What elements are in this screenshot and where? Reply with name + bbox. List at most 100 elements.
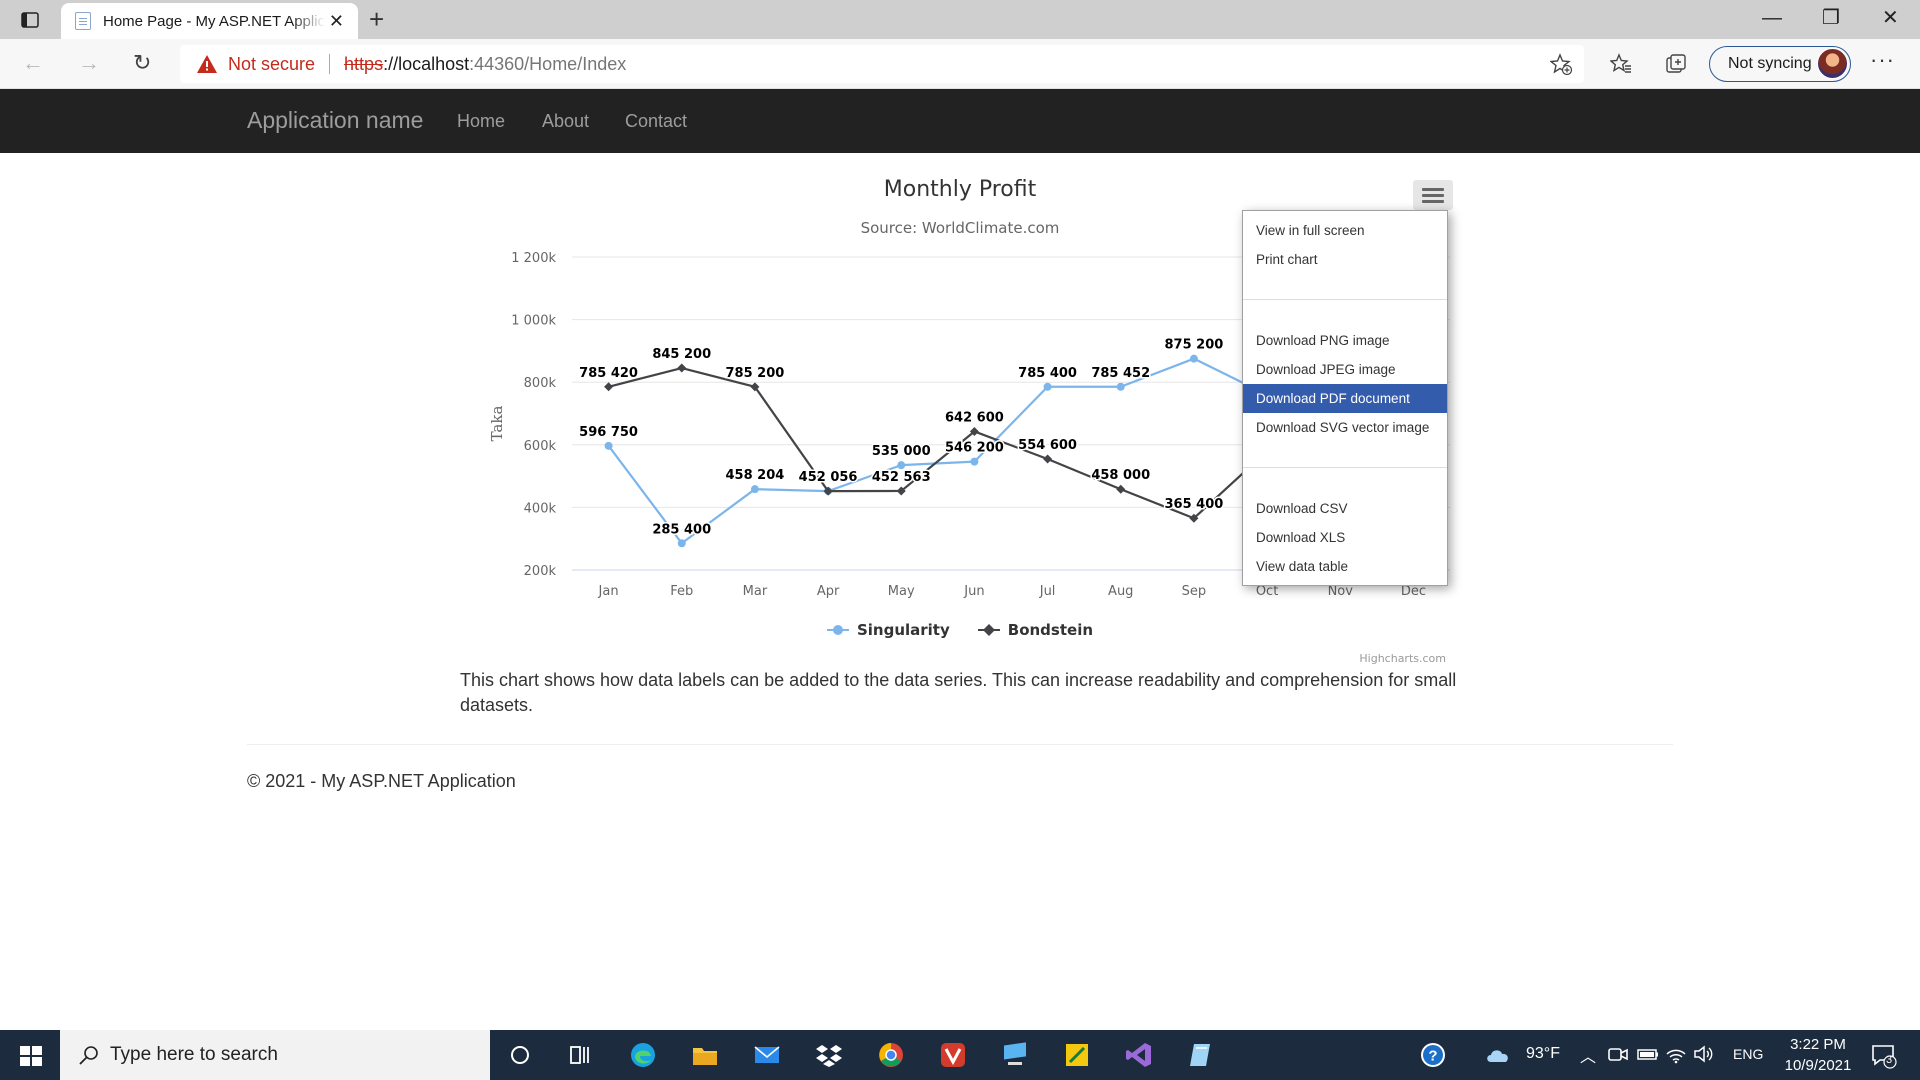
chart-description: This chart shows how data labels can be … <box>460 670 1457 715</box>
minimize-icon[interactable]: — <box>1762 6 1782 30</box>
taskbar-search[interactable]: Type here to search <box>60 1030 490 1080</box>
tab-title: Home Page - My ASP.NET Application <box>103 12 325 30</box>
clock-time: 3:22 PM <box>1790 1036 1846 1053</box>
legend-item-bondstein[interactable]: Bondstein <box>977 621 1093 639</box>
browser-toolbar: ← → ↻ Not secure https://localhost:44360… <box>0 39 1920 89</box>
page-footer: © 2021 - My ASP.NET Application <box>247 771 516 791</box>
clock[interactable]: 3:22 PM 10/9/2021 <box>1768 1034 1868 1076</box>
collections-icon[interactable] <box>1665 53 1687 75</box>
not-secure-label[interactable]: Not secure <box>228 54 315 75</box>
vivaldi-icon[interactable] <box>938 1040 968 1070</box>
x-tick-label: Mar <box>743 584 768 599</box>
nav-home[interactable]: Home <box>457 111 505 132</box>
menu-download-pdf[interactable]: Download PDF document <box>1243 384 1447 413</box>
y-tick-label: 600k <box>524 439 557 454</box>
data-label: 452 563 <box>872 470 931 485</box>
series-line <box>607 357 1268 545</box>
data-label: 875 200 <box>1165 338 1224 353</box>
mail-icon[interactable] <box>752 1040 782 1070</box>
menu-download-png[interactable]: Download PNG image <box>1243 326 1447 355</box>
data-point <box>750 485 759 494</box>
chart-menu-button[interactable] <box>1413 180 1453 210</box>
notification-count: 3 <box>1886 1054 1893 1066</box>
volume-icon[interactable] <box>1692 1042 1716 1066</box>
menu-separator <box>1243 467 1447 468</box>
window-close-icon[interactable]: ✕ <box>1882 6 1899 30</box>
y-tick-label: 1 000k <box>511 314 556 329</box>
data-point <box>677 363 687 373</box>
notes-app-icon[interactable] <box>1186 1040 1216 1070</box>
chrome-icon[interactable] <box>876 1040 906 1070</box>
sql-tool-icon[interactable] <box>1062 1040 1092 1070</box>
data-label: 285 400 <box>652 522 711 537</box>
legend-item-singularity[interactable]: Singularity <box>826 621 950 639</box>
data-point <box>1116 382 1125 391</box>
favorites-icon[interactable] <box>1610 53 1632 75</box>
show-hidden-icons-icon[interactable]: ︿ <box>1580 1043 1596 1067</box>
dropbox-icon[interactable] <box>814 1040 844 1070</box>
back-icon[interactable]: ← <box>22 51 44 75</box>
wifi-icon[interactable] <box>1664 1042 1688 1066</box>
notifications-icon[interactable] <box>1868 1040 1898 1070</box>
menu-download-svg[interactable]: Download SVG vector image <box>1243 413 1447 442</box>
close-tab-icon[interactable]: ✕ <box>329 12 344 30</box>
menu-print-chart[interactable]: Print chart <box>1243 245 1447 274</box>
more-options-icon[interactable]: ··· <box>1870 47 1895 73</box>
address-bar[interactable]: Not secure https://localhost:44360/Home/… <box>180 45 1584 83</box>
chart-credits[interactable]: Highcharts.com <box>1359 652 1446 665</box>
cortana-icon[interactable] <box>505 1040 535 1070</box>
forward-icon[interactable]: → <box>78 51 100 75</box>
weather-cloud-icon[interactable] <box>1484 1040 1514 1070</box>
legend-label: Singularity <box>856 621 950 639</box>
menu-view-fullscreen[interactable]: View in full screen <box>1243 216 1447 245</box>
address-separator <box>329 54 331 74</box>
add-favorite-icon[interactable] <box>1550 53 1572 75</box>
tab-actions-icon[interactable] <box>18 9 42 31</box>
data-label: 535 000 <box>872 444 931 459</box>
nav-contact[interactable]: Contact <box>625 111 687 132</box>
data-point <box>970 457 979 466</box>
brand-link[interactable]: Application name <box>247 107 423 134</box>
weather-temp[interactable]: 93°F <box>1526 1045 1560 1063</box>
menu-download-xls[interactable]: Download XLS <box>1243 523 1447 552</box>
file-explorer-icon[interactable] <box>690 1040 720 1070</box>
start-icon[interactable] <box>20 1046 42 1066</box>
browser-tab[interactable]: Home Page - My ASP.NET Application ✕ <box>61 3 358 39</box>
url-host: ://localhost <box>383 53 470 74</box>
menu-view-data-table[interactable]: View data table <box>1243 552 1447 581</box>
restore-icon[interactable]: ❐ <box>1822 6 1840 30</box>
menu-download-csv[interactable]: Download CSV <box>1243 494 1447 523</box>
data-label: 845 200 <box>652 347 711 362</box>
menu-download-jpeg[interactable]: Download JPEG image <box>1243 355 1447 384</box>
data-label: 365 400 <box>1165 497 1224 512</box>
profile-sync-button[interactable]: Not syncing <box>1709 46 1851 82</box>
data-point <box>1116 484 1126 494</box>
nav-about[interactable]: About <box>542 111 589 132</box>
x-tick-label: Dec <box>1401 584 1426 599</box>
page-favicon-icon <box>75 12 91 30</box>
x-tick-label: May <box>888 584 915 599</box>
visual-studio-icon[interactable] <box>1124 1040 1154 1070</box>
avatar <box>1817 48 1848 79</box>
y-axis-title: Taka <box>488 406 506 442</box>
y-tick-label: 1 200k <box>511 251 556 266</box>
battery-icon[interactable] <box>1636 1042 1660 1066</box>
x-tick-label: Oct <box>1256 584 1278 599</box>
new-tab-button[interactable]: + <box>369 5 384 33</box>
x-tick-label: Feb <box>670 584 693 599</box>
windows-taskbar: Type here to search ? 93°F ︿ ENG 3:22 PM… <box>0 1030 1920 1080</box>
edge-browser-icon[interactable] <box>628 1040 658 1070</box>
refresh-icon[interactable]: ↻ <box>133 51 151 75</box>
url-path: :44360/Home/Index <box>469 53 627 74</box>
task-view-icon[interactable] <box>565 1040 595 1070</box>
meet-now-icon[interactable] <box>1606 1042 1630 1066</box>
data-label: 785 400 <box>1018 366 1077 381</box>
language-indicator[interactable]: ENG <box>1733 1046 1763 1062</box>
x-tick-label: Nov <box>1328 584 1354 599</box>
x-tick-label: Apr <box>817 584 840 599</box>
remote-desktop-icon[interactable] <box>1000 1040 1030 1070</box>
svg-text:?: ? <box>1428 1048 1437 1065</box>
help-icon[interactable]: ? <box>1418 1040 1448 1070</box>
search-icon <box>79 1046 98 1065</box>
footer-divider <box>247 744 1673 745</box>
